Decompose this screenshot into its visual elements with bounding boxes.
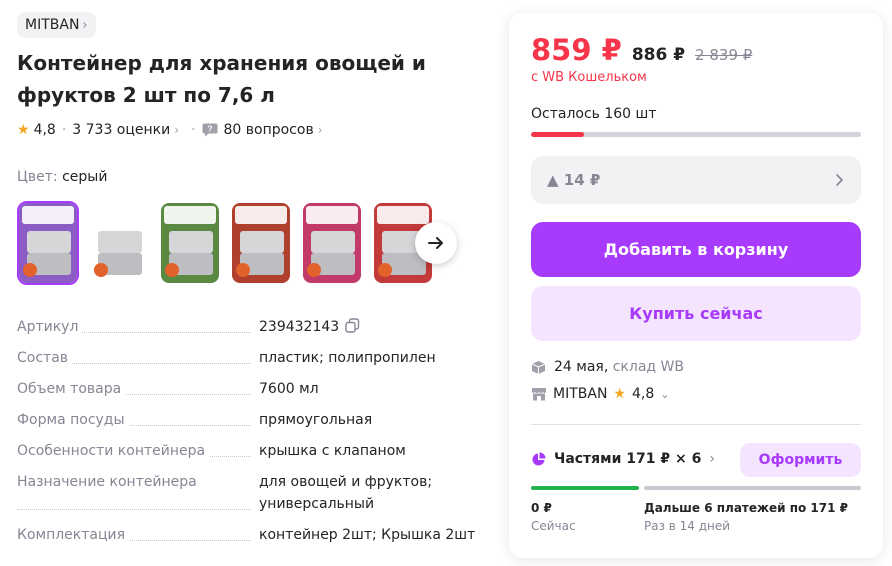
pay-later-label: Раз в 14 дней: [644, 519, 731, 533]
copy-icon[interactable]: [345, 318, 360, 333]
brand-name: MITBAN: [25, 17, 80, 33]
shop-icon: [532, 388, 546, 401]
apply-installments-button[interactable]: Оформить: [740, 443, 861, 477]
spec-key: Артикул: [17, 319, 83, 335]
product-meta: ★ 4,8 · 3 733 оценки › · ? 80 вопросов ›: [17, 122, 323, 138]
spec-row: Комплектация контейнер 2шт; Крышка 2шт: [17, 524, 487, 546]
installments-label: Частями 171 ₽ × 6: [554, 451, 702, 467]
pay-later-amount: Дальше 6 платежей по 171 ₽: [644, 501, 848, 515]
spec-key: Особенности контейнера: [17, 443, 210, 459]
price-delta: ▲ 14 ₽: [547, 171, 601, 189]
pay-now: 0 ₽ Сейчас: [531, 501, 576, 533]
spec-row: Артикул 239432143: [17, 316, 487, 338]
spec-table: Артикул 239432143 Состав пластик; полипропи…: [17, 316, 487, 555]
price-regular: 886 ₽: [631, 45, 686, 65]
spec-value: для овощей и фруктов; универсальный: [259, 474, 433, 512]
price-row: 859 ₽ 886 ₽ 2 839 ₽: [531, 33, 752, 67]
spec-key: Объем товара: [17, 381, 126, 397]
chevron-right-icon: ›: [82, 17, 88, 33]
spec-value: крышка с клапаном: [259, 443, 406, 459]
seller-info[interactable]: MITBAN ★ 4,8 ⌄: [531, 386, 669, 402]
brand-link[interactable]: MITBAN ›: [17, 12, 96, 38]
installment-progress-now: [531, 486, 639, 490]
delivery-place: склад WB: [612, 359, 684, 375]
carousel-next-button[interactable]: [415, 222, 457, 264]
box-icon: [531, 360, 546, 374]
spec-value: 7600 мл: [259, 381, 319, 397]
pay-now-label: Сейчас: [531, 519, 576, 533]
chevron-down-icon: ⌄: [660, 387, 670, 401]
add-to-cart-button[interactable]: Добавить в корзину: [531, 222, 861, 277]
thumbnail-2[interactable]: [88, 201, 150, 285]
thumbnail-3[interactable]: [159, 201, 221, 285]
spec-row: Назначение контейнера для овощей и фрукто…: [17, 471, 487, 515]
reviews-link[interactable]: 3 733 оценки: [72, 122, 170, 138]
questions-link[interactable]: 80 вопросов: [224, 122, 314, 138]
stock-bar-fill: [531, 132, 584, 137]
rating-value: 4,8: [33, 122, 56, 138]
spec-value: контейнер 2шт; Крышка 2шт: [259, 527, 476, 543]
star-icon: ★: [17, 122, 30, 138]
wallet-note[interactable]: с WB Кошельком: [531, 70, 647, 85]
svg-text:?: ?: [207, 125, 212, 134]
spec-row: Форма посуды прямоугольная: [17, 409, 487, 431]
product-title: Контейнер для хранения овощей и фруктов …: [17, 51, 426, 107]
thumbnail-4[interactable]: [230, 201, 292, 285]
thumbnail-1[interactable]: [17, 201, 79, 285]
delivery-date: 24 мая,: [554, 359, 609, 375]
installment-progress-later: [644, 486, 861, 490]
spec-value: прямоугольная: [259, 412, 373, 428]
spec-row: Объем товара 7600 мл: [17, 378, 487, 400]
arrow-right-icon: [428, 237, 443, 249]
installments-link[interactable]: Частями 171 ₽ × 6 ›: [531, 451, 715, 467]
chevron-right-icon: ›: [317, 123, 323, 137]
seller-name: MITBAN: [553, 386, 608, 402]
color-value: серый: [62, 169, 108, 185]
color-selector-label: Цвет: серый: [17, 169, 108, 185]
spec-value: 239432143: [259, 319, 340, 335]
price-history-button[interactable]: ▲ 14 ₽: [531, 156, 861, 204]
chevron-right-icon: [836, 174, 844, 186]
chevron-right-icon: ›: [174, 123, 180, 137]
buy-card: 859 ₽ 886 ₽ 2 839 ₽ с WB Кошельком Остал…: [509, 13, 883, 558]
spec-key: Форма посуды: [17, 412, 129, 428]
spec-row: Особенности контейнера крышка с клапаном: [17, 440, 487, 462]
stock-left: Осталось 160 шт: [531, 106, 657, 122]
buy-now-button[interactable]: Купить сейчас: [531, 286, 861, 341]
question-bubble-icon: ?: [202, 123, 217, 137]
delivery-info: 24 мая, склад WB: [531, 359, 684, 375]
pie-icon: [532, 452, 546, 465]
spec-key: Назначение контейнера: [17, 474, 201, 490]
spec-key: Состав: [17, 350, 73, 366]
product-info: MITBAN › Контейнер для хранения овощей и…: [0, 0, 500, 566]
price-wallet: 859 ₽: [531, 33, 622, 67]
spec-row: Состав пластик; полипропилен: [17, 347, 487, 369]
price-old: 2 839 ₽: [695, 46, 753, 64]
star-icon: ★: [613, 386, 626, 402]
pay-now-amount: 0 ₽: [531, 501, 552, 515]
spec-key: Комплектация: [17, 527, 130, 543]
chevron-right-icon: ›: [709, 451, 715, 467]
stock-bar: [531, 132, 861, 137]
pay-later: Дальше 6 платежей по 171 ₽ Раз в 14 дней: [644, 501, 848, 533]
thumbnail-5[interactable]: [301, 201, 363, 285]
thumbnail-strip: [17, 201, 434, 285]
spec-value: пластик; полипропилен: [259, 350, 436, 366]
divider: [531, 424, 861, 425]
seller-rating: 4,8: [631, 386, 655, 402]
